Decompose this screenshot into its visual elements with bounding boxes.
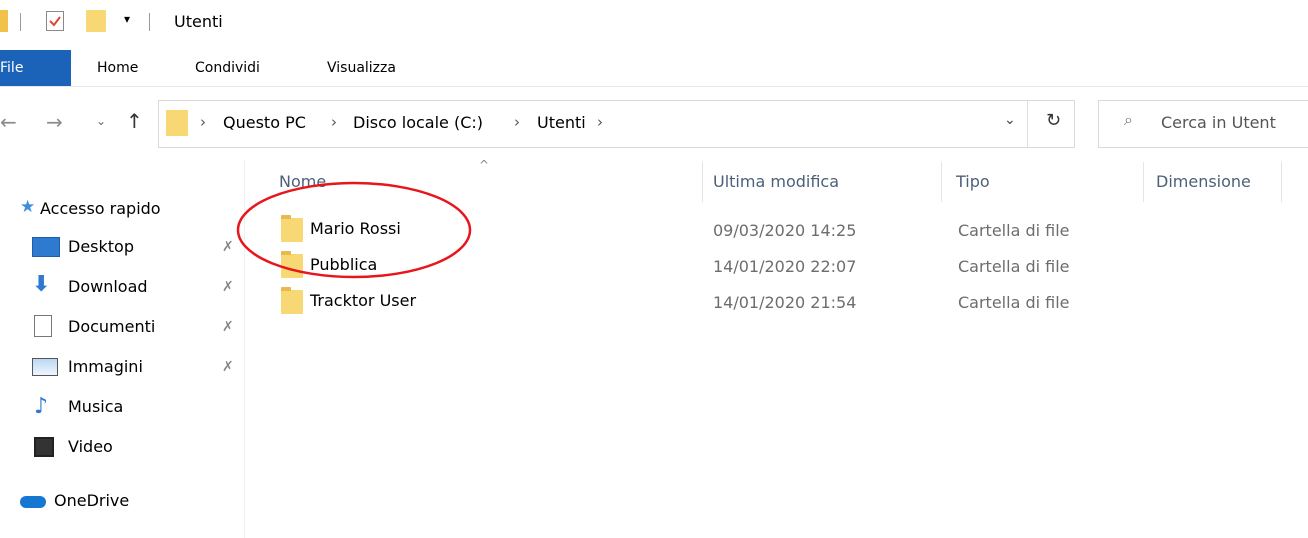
new-folder-icon[interactable] [86,10,106,32]
column-separator[interactable] [1281,162,1282,202]
refresh-icon[interactable]: ↻ [1046,110,1061,131]
video-icon [34,437,54,457]
file-type: Cartella di file [958,257,1070,276]
pin-icon[interactable]: ✗ [222,359,234,375]
window-title: Utenti [174,12,223,31]
documents-icon [34,315,52,337]
pictures-icon [32,358,58,376]
sidebar-item-documenti[interactable]: Documenti [68,317,155,336]
ribbon-divider [0,86,1308,87]
breadcrumb-disco-locale[interactable]: Disco locale (C:) [353,113,483,132]
separator [20,13,21,31]
column-separator[interactable] [702,162,703,202]
file-name[interactable]: Tracktor User [310,291,416,310]
folder-icon [281,287,303,314]
sidebar-item-desktop[interactable]: Desktop [68,237,134,256]
file-type: Cartella di file [958,221,1070,240]
folder-icon [0,10,8,32]
sort-ascending-icon: ^ [479,158,490,172]
forward-icon[interactable]: → [46,110,63,134]
tab-share[interactable]: Condividi [195,60,260,76]
pin-icon[interactable]: ✗ [222,319,234,335]
music-icon: ♪ [34,394,49,419]
folder-icon [166,110,188,136]
column-header-type[interactable]: Tipo [956,172,990,191]
onedrive-icon [20,496,46,508]
file-date: 09/03/2020 14:25 [713,221,857,240]
sidebar-quick-access[interactable]: Accesso rapido [40,199,161,218]
file-date: 14/01/2020 21:54 [713,293,857,312]
title-bar: ▾ Utenti [0,0,1308,44]
column-separator[interactable] [941,162,942,202]
file-type: Cartella di file [958,293,1070,312]
search-input[interactable]: Cerca in Utent [1161,113,1276,132]
tab-file[interactable]: File [0,50,71,86]
desktop-icon [32,237,60,257]
search-icon: ⌕ [1124,110,1133,129]
sidebar-item-immagini[interactable]: Immagini [68,357,143,376]
column-header-date[interactable]: Ultima modifica [713,172,839,191]
breadcrumb-separator: › [200,113,206,131]
annotation-ellipse [236,181,472,279]
sidebar-item-musica[interactable]: Musica [68,397,123,416]
up-icon[interactable]: ↑ [126,109,143,133]
sidebar-item-video[interactable]: Video [68,437,113,456]
tab-view[interactable]: Visualizza [327,60,396,76]
breadcrumb-separator: › [597,113,603,131]
quick-access-dropdown-icon[interactable]: ▾ [124,12,130,26]
breadcrumb-questo-pc[interactable]: Questo PC [223,113,306,132]
divider [1027,100,1028,148]
breadcrumb-utenti[interactable]: Utenti [537,113,586,132]
sidebar-item-onedrive[interactable]: OneDrive [54,491,129,510]
sidebar-item-download[interactable]: Download [68,277,148,296]
download-icon: ⬇ [32,272,51,297]
properties-icon[interactable] [46,11,64,31]
breadcrumb-separator: › [331,113,337,131]
file-date: 14/01/2020 22:07 [713,257,857,276]
separator [149,13,150,31]
column-header-size[interactable]: Dimensione [1156,172,1251,191]
address-history-icon[interactable]: ⌄ [1004,112,1016,128]
breadcrumb-separator: › [514,113,520,131]
column-separator[interactable] [1143,162,1144,202]
recent-locations-icon[interactable]: ⌄ [96,114,106,128]
star-icon: ★ [20,197,36,217]
tab-home[interactable]: Home [97,60,138,76]
back-icon[interactable]: ← [0,110,17,134]
